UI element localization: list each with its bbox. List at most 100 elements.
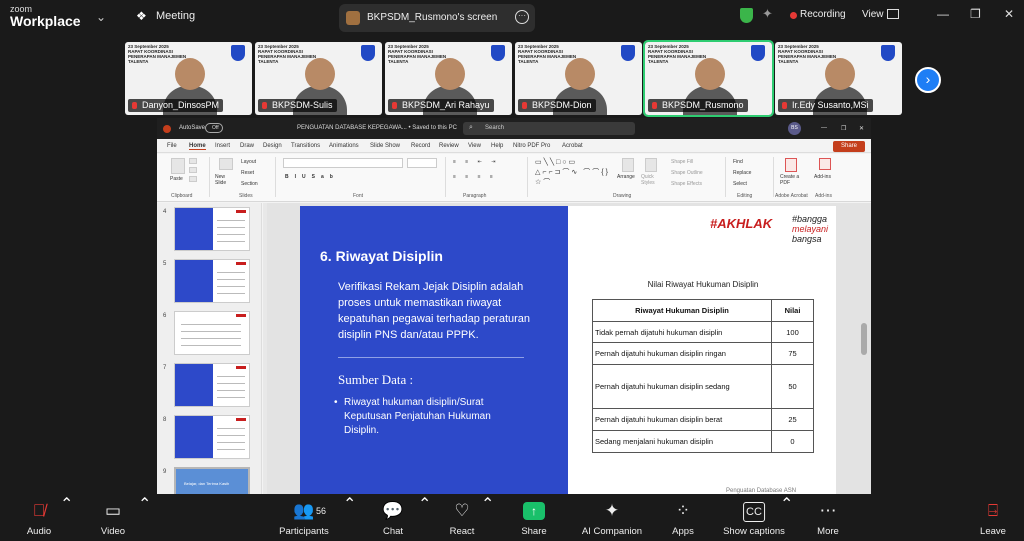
close-icon[interactable]: ✕ [1004,7,1014,21]
ribbon-group-label: Editing [737,193,753,199]
slide-thumbnail[interactable] [174,415,250,459]
addins-button[interactable]: Add-ins [814,174,831,180]
menu-tab[interactable]: Transitions [291,143,320,149]
next-page-chevron-icon[interactable]: › [915,67,941,93]
chat-button[interactable]: 💬 Chat [368,494,418,541]
more-button[interactable]: ⋯ More [803,494,853,541]
participant-tile[interactable]: 23 September 2025 RAPAT KOORDINASI PENERAP… [255,42,382,115]
create-pdf-icon[interactable] [785,158,797,172]
font-size-select[interactable] [407,158,437,168]
ppt-minimize-icon[interactable]: — [821,125,827,131]
shapes-gallery[interactable]: ▭╲╲□○▭ △⌐⌐⊐⌒∿ ⌒⌒{}☆⌒ [535,158,615,188]
menu-tab[interactable]: View [468,143,481,149]
menu-tab[interactable]: Home [189,143,206,150]
reset-button[interactable]: Reset [241,170,254,176]
paste-icon[interactable] [171,158,185,174]
menu-tab[interactable]: Draw [240,143,254,149]
screen-options-icon[interactable]: ··· [515,10,529,24]
leave-button[interactable]: ⍈ Leave [970,494,1016,541]
ppt-close-icon[interactable]: ✕ [859,125,864,132]
ai-sparkle-icon[interactable]: ✦ [762,6,773,22]
thumbnail-number: 7 [163,365,167,371]
meeting-info-icon[interactable]: ❖ [136,9,147,23]
view-grid-icon[interactable] [887,9,899,19]
share-screen-button[interactable]: ↑ Share [509,494,559,541]
current-slide[interactable]: 6. Riwayat Disiplin Verifikasi Rekam Jej… [300,206,836,494]
addins-icon[interactable] [819,158,831,170]
arrange-icon[interactable] [622,158,634,172]
menu-tab[interactable]: Review [439,143,459,149]
participant-tile[interactable]: 23 September 2025 RAPAT KOORDINASI PENERAP… [643,40,774,117]
shared-screen-tab[interactable]: BKPSDM_Rusmono's screen ··· [339,4,535,32]
autosave-toggle[interactable]: Off [205,123,223,133]
apps-button[interactable]: ⁘ Apps [658,494,708,541]
format-painter-icon[interactable] [189,176,197,182]
app-menu-chevron-icon[interactable]: ⌄ [96,10,106,24]
maximize-icon[interactable]: ❐ [970,7,981,21]
ai-companion-button[interactable]: ✦ AI Companion [574,494,650,541]
select-button[interactable]: Select [733,181,747,187]
paste-button[interactable]: Paste [170,176,183,182]
menu-tab[interactable]: Help [491,143,503,149]
menu-tab[interactable]: Record [411,143,430,149]
participant-tile[interactable]: 23 September 2025 RAPAT KOORDINASI PENERAP… [775,42,902,115]
menu-tab[interactable]: Animations [329,143,359,149]
table-cell-value: 75 [771,342,814,365]
participants-button[interactable]: 👥 56 Participants [272,494,336,541]
menu-tab[interactable]: File [167,143,177,149]
participant-tile[interactable]: 23 September 2025 RAPAT KOORDINASI PENERAP… [515,42,642,115]
font-family-select[interactable] [283,158,403,168]
font-format-icons[interactable]: BIUSab [285,174,339,180]
slide-thumbnail[interactable] [174,207,250,251]
new-slide-button[interactable]: New Slide [215,174,235,186]
canvas-scrollbar[interactable] [861,323,867,355]
paragraph-list-icons[interactable]: ≡ ≡ ⇤ ⇥ [453,159,499,165]
ppt-search-input[interactable]: Search [463,122,635,135]
minimize-icon[interactable]: — [937,7,949,21]
find-button[interactable]: Find [733,159,743,165]
layout-button[interactable]: Layout [241,159,256,165]
slide-thumbnail[interactable] [174,311,250,355]
cut-icon[interactable] [189,158,197,164]
shape-fill-button[interactable]: Shape Fill [671,159,693,165]
user-avatar[interactable]: BS [788,122,801,135]
quick-styles-button[interactable]: Quick Styles [641,174,663,186]
shape-outline-button[interactable]: Shape Outline [671,170,703,176]
create-pdf-button[interactable]: Create a PDF [780,174,802,186]
new-slide-icon[interactable] [219,158,233,170]
video-options-chevron-icon[interactable]: ⌃ [138,494,151,514]
audio-button[interactable]: 🎙̸ Audio [14,494,64,541]
participant-tile[interactable]: 23 September 2025 RAPAT KOORDINASI PENERAP… [385,42,512,115]
security-shield-icon[interactable] [740,8,753,23]
slide-thumbnail[interactable]: Belajar, dan Terima Kasih [174,467,250,494]
captions-options-chevron-icon[interactable]: ⌃ [780,494,793,514]
ppt-maximize-icon[interactable]: ❐ [841,125,846,132]
menu-tab[interactable]: Nitro PDF Pro [513,143,550,149]
quick-styles-icon[interactable] [645,158,657,172]
chat-options-chevron-icon[interactable]: ⌃ [418,494,431,514]
replace-button[interactable]: Replace [733,170,751,176]
ai-sparkle-icon: ✦ [604,501,620,520]
menu-tab[interactable]: Slide Show [370,143,400,149]
participant-tile[interactable]: 23 September 2025 RAPAT KOORDINASI PENERAP… [125,42,252,115]
react-options-chevron-icon[interactable]: ⌃ [481,494,494,514]
meeting-button[interactable]: Meeting [156,10,195,22]
view-button[interactable]: View [862,9,884,20]
menu-tab[interactable]: Acrobat [562,143,583,149]
menu-tab[interactable]: Insert [215,143,230,149]
slide-thumbnail[interactable] [174,259,250,303]
shape-effects-button[interactable]: Shape Effects [671,181,702,187]
video-button[interactable]: ▭ Video [88,494,138,541]
paragraph-align-icons[interactable]: ≡ ≡ ≡ ≡ [453,174,497,180]
audio-options-chevron-icon[interactable]: ⌃ [60,494,73,514]
document-title[interactable]: PENGUATAN DATABASE KEPEGAWA... • Saved t… [297,125,457,131]
recording-status[interactable]: Recording [800,9,846,20]
menu-tab[interactable]: Design [263,143,282,149]
slide-thumbnail[interactable] [174,363,250,407]
section-button[interactable]: Section [241,181,258,187]
copy-icon[interactable] [189,167,197,173]
participants-options-chevron-icon[interactable]: ⌃ [343,494,356,514]
ppt-share-button[interactable]: Share [833,141,865,152]
arrange-button[interactable]: Arrange [617,174,635,180]
react-button[interactable]: ♡ React [437,494,487,541]
